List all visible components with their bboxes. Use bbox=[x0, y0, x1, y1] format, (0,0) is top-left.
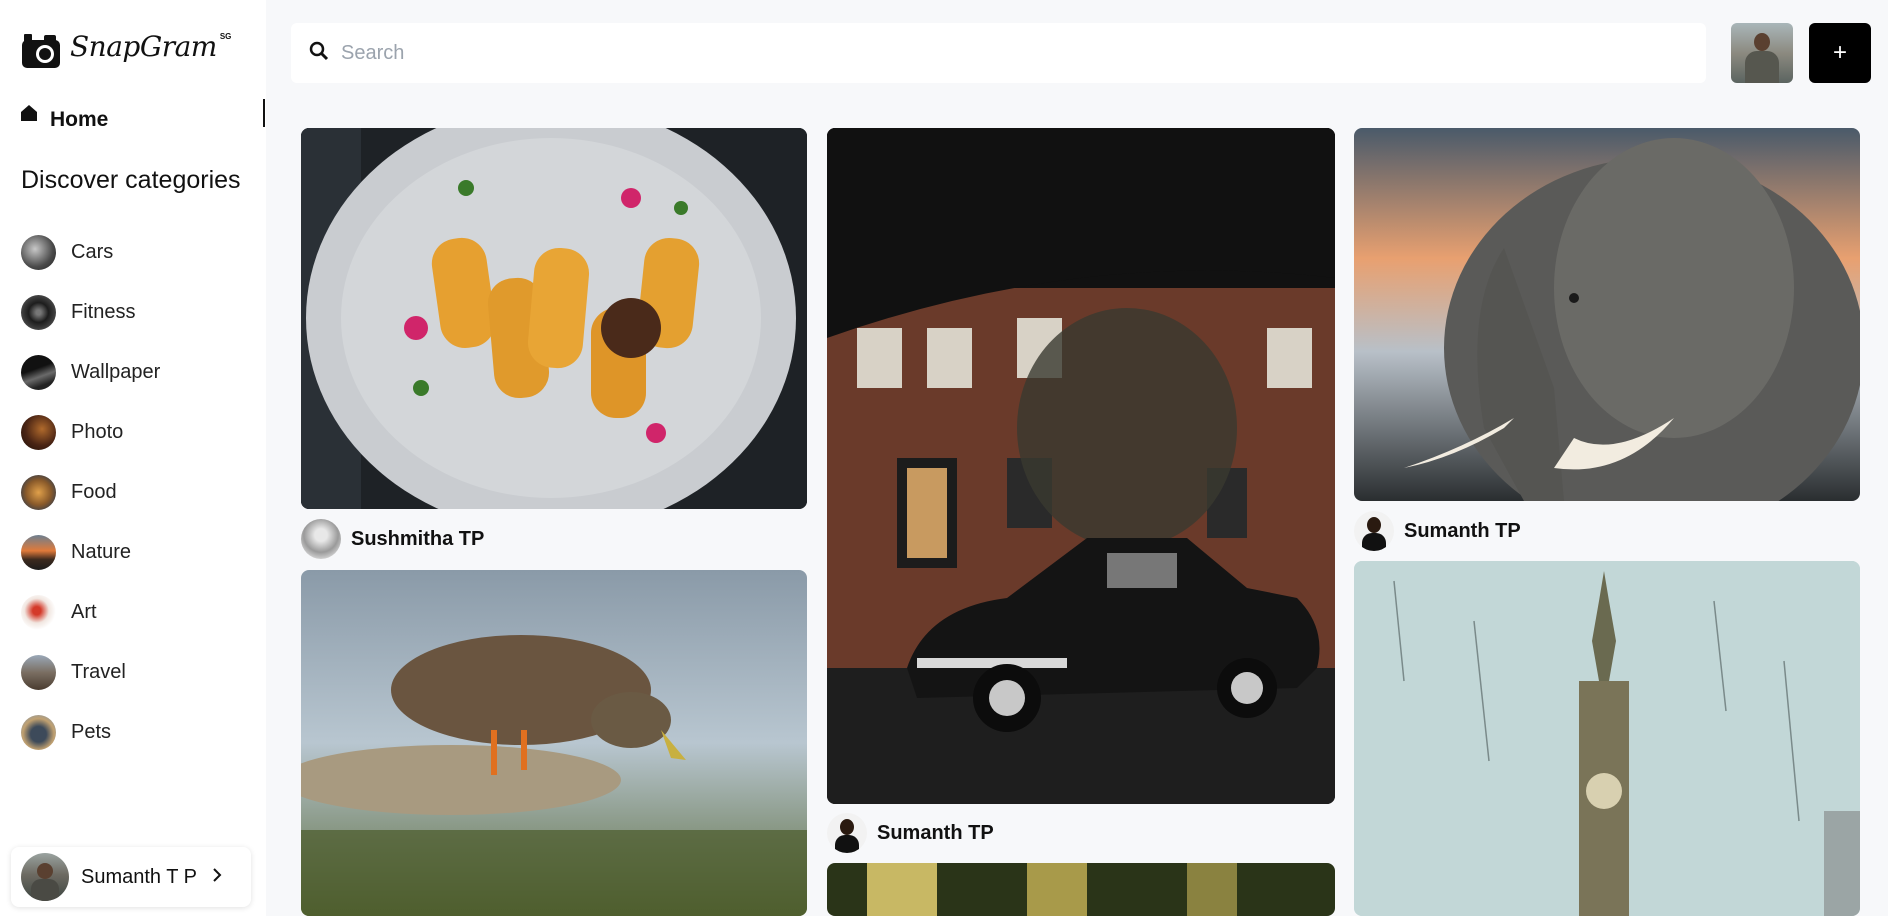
post-image-nature[interactable] bbox=[827, 863, 1335, 916]
plus-icon: + bbox=[1832, 39, 1847, 66]
category-item-food[interactable]: Food bbox=[21, 462, 160, 522]
category-thumbnail bbox=[21, 474, 56, 510]
search-bar[interactable] bbox=[291, 23, 1706, 83]
category-thumbnail bbox=[21, 714, 56, 750]
categories-title: Discover categories bbox=[21, 166, 241, 194]
category-thumbnail bbox=[21, 234, 56, 270]
avatar bbox=[21, 853, 69, 901]
app-logo[interactable]: SnapGram SG bbox=[20, 30, 231, 75]
category-label: Photo bbox=[71, 420, 124, 443]
category-item-nature[interactable]: Nature bbox=[21, 522, 160, 582]
category-item-pets[interactable]: Pets bbox=[21, 702, 160, 762]
category-label: Nature bbox=[71, 540, 132, 563]
category-label: Cars bbox=[71, 240, 114, 263]
category-item-travel[interactable]: Travel bbox=[21, 642, 160, 702]
sidebar: SnapGram SG Home Discover categories Car… bbox=[0, 0, 266, 916]
category-label: Travel bbox=[71, 660, 126, 683]
category-label: Wallpaper bbox=[71, 360, 161, 383]
category-thumbnail bbox=[21, 294, 56, 330]
category-label: Food bbox=[71, 480, 117, 503]
camera-icon bbox=[20, 30, 62, 75]
post-author[interactable]: Sushmitha TP bbox=[301, 519, 484, 559]
category-thumbnail bbox=[21, 534, 56, 570]
nav-home[interactable]: Home bbox=[20, 98, 108, 132]
avatar bbox=[301, 519, 341, 559]
category-label: Pets bbox=[71, 720, 112, 743]
logo-superscript: SG bbox=[219, 32, 232, 41]
user-name: Sumanth T P bbox=[81, 865, 197, 888]
category-item-cars[interactable]: Cars bbox=[21, 222, 160, 282]
category-item-wallpaper[interactable]: Wallpaper bbox=[21, 342, 160, 402]
search-icon bbox=[309, 41, 329, 66]
author-name: Sushmitha TP bbox=[351, 527, 485, 550]
category-thumbnail bbox=[21, 654, 56, 690]
app-name: SnapGram bbox=[70, 30, 217, 63]
search-input[interactable] bbox=[341, 41, 1641, 65]
category-label: Art bbox=[71, 600, 97, 623]
avatar bbox=[1354, 511, 1394, 551]
post-image-duck[interactable] bbox=[301, 570, 807, 916]
category-thumbnail bbox=[21, 414, 56, 450]
active-nav-indicator bbox=[263, 99, 265, 127]
post-image-food[interactable] bbox=[301, 128, 807, 509]
category-item-photo[interactable]: Photo bbox=[21, 402, 160, 462]
post-image-car[interactable] bbox=[827, 128, 1335, 804]
author-name: Sumanth TP bbox=[877, 821, 994, 844]
category-list: Cars Fitness Wallpaper Photo Food Nature… bbox=[21, 222, 160, 762]
avatar bbox=[827, 813, 867, 853]
chevron-right-icon bbox=[211, 866, 223, 889]
post-author[interactable]: Sumanth TP bbox=[827, 813, 994, 853]
category-label: Fitness bbox=[71, 300, 136, 323]
category-thumbnail bbox=[21, 354, 56, 390]
category-thumbnail bbox=[21, 594, 56, 630]
category-item-fitness[interactable]: Fitness bbox=[21, 282, 160, 342]
nav-home-label: Home bbox=[50, 108, 109, 131]
post-image-elephant[interactable] bbox=[1354, 128, 1860, 501]
home-icon bbox=[20, 104, 38, 127]
author-name: Sumanth TP bbox=[1404, 519, 1521, 542]
user-profile-card[interactable]: Sumanth T P bbox=[11, 847, 251, 907]
header-profile-avatar[interactable] bbox=[1731, 23, 1793, 83]
category-item-art[interactable]: Art bbox=[21, 582, 160, 642]
post-author[interactable]: Sumanth TP bbox=[1354, 511, 1521, 551]
add-post-button[interactable]: + bbox=[1809, 23, 1871, 83]
post-image-clock-tower[interactable] bbox=[1354, 561, 1860, 916]
